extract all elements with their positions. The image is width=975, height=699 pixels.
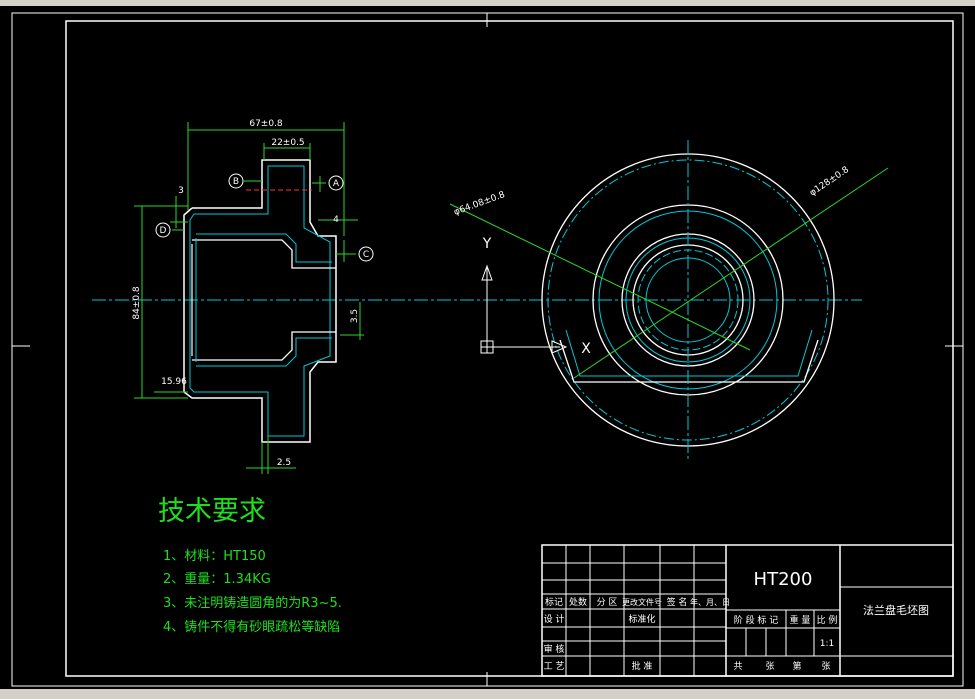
label-process: 工 艺 — [544, 661, 565, 672]
ucs-icon — [480, 264, 568, 354]
label-count: 处数 — [569, 596, 587, 608]
requirement-3: 3、未注明铸造圆角的为R3~5. — [163, 595, 342, 611]
datum-b-label: B — [233, 177, 239, 187]
label-zone: 分 区 — [597, 597, 618, 608]
section-view — [183, 159, 337, 443]
dim-3: 3 — [178, 186, 184, 196]
cad-drawing-canvas[interactable]: A B C D 67±0.8 22±0.5 3 4 84±0.8 15.96 3… — [0, 0, 975, 689]
label-design: 设 计 — [544, 613, 565, 625]
label-total: 共 — [733, 661, 742, 672]
drawing-name: 法兰盘毛坯图 — [863, 603, 929, 617]
label-review: 审 核 — [544, 643, 565, 655]
datum-c-label: C — [363, 250, 369, 260]
dim-3-5: 3.5 — [350, 309, 360, 323]
title-block-text: HT200 法兰盘毛坯图 1:1 标记 处数 分 区 更改文件号 签 名 年、月… — [544, 569, 929, 672]
window-bottom-strip — [0, 689, 975, 699]
requirement-2: 2、重量：1.34KG — [163, 571, 271, 587]
label-stage-marks: 阶 段 标 记 — [734, 614, 779, 626]
label-change-doc: 更改文件号 — [622, 597, 662, 607]
label-sheet: 张 — [765, 661, 774, 672]
datum-a-label: A — [333, 179, 340, 189]
dim-15: 15.96 — [161, 377, 187, 387]
scale-value: 1:1 — [820, 639, 834, 649]
datum-d-label: D — [160, 226, 167, 236]
dim-128: φ128±0.8 — [808, 165, 851, 199]
label-sheet2: 张 — [821, 661, 830, 672]
material-text: HT200 — [754, 569, 813, 590]
label-date: 年、月、日 — [690, 597, 730, 607]
technical-requirements: 技术要求 1、材料：HT150 2、重量：1.34KG 3、未注明铸造圆角的为R… — [158, 496, 342, 635]
dim-2-5: 2.5 — [277, 458, 291, 468]
ucs-x-label: X — [581, 341, 591, 357]
requirement-4: 4、铸件不得有砂眼疏松等缺陷 — [163, 619, 340, 635]
datum-markers — [155, 173, 374, 262]
requirements-title: 技术要求 — [158, 496, 266, 527]
label-approve: 批 准 — [632, 660, 653, 672]
dim-84: 84±0.8 — [132, 286, 142, 320]
label-weight: 重 量 — [790, 614, 811, 626]
dim-67: 67±0.8 — [249, 119, 283, 129]
label-standardize: 标准化 — [628, 613, 655, 625]
label-ratio: 比 例 — [817, 614, 838, 626]
label-sheet-no: 第 — [792, 660, 801, 672]
ucs-y-label: Y — [482, 236, 492, 252]
label-signature: 签 名 — [667, 596, 688, 608]
dim-64: φ64.08±0.8 — [453, 190, 507, 218]
requirement-1: 1、材料：HT150 — [163, 549, 266, 564]
dim-4: 4 — [333, 215, 339, 225]
dim-22: 22±0.5 — [271, 138, 304, 148]
label-mark: 标记 — [545, 596, 563, 608]
